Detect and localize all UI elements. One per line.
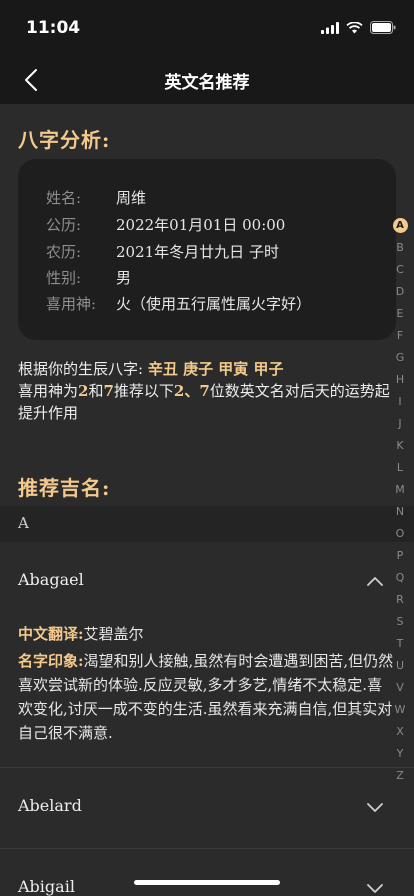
info-row-name: 姓名: 周维	[46, 187, 146, 208]
info-label: 姓名:	[46, 189, 82, 207]
summary-prefix: 根据你的生辰八字:	[18, 360, 144, 378]
group-letter: A	[18, 514, 29, 532]
signal-icon	[321, 21, 339, 34]
translation-value: 艾碧盖尔	[83, 625, 144, 643]
page-title: 英文名推荐	[164, 73, 250, 93]
info-value: 2022年01月01日 00:00	[116, 216, 286, 234]
index-letter-u[interactable]: U	[396, 655, 404, 677]
summary-text: 和	[88, 382, 104, 400]
index-letter-i[interactable]: I	[398, 391, 401, 413]
wifi-icon	[346, 21, 363, 33]
name-text: Abigail	[18, 877, 75, 896]
home-indicator	[134, 880, 280, 885]
index-letter-q[interactable]: Q	[396, 567, 405, 589]
index-letter-t[interactable]: T	[397, 633, 404, 655]
nav-bar: 英文名推荐	[0, 56, 414, 104]
index-letter-g[interactable]: G	[396, 347, 405, 369]
info-value: 男	[116, 269, 132, 287]
index-letter-x[interactable]: X	[396, 721, 404, 743]
index-letter-l[interactable]: L	[397, 457, 403, 479]
index-letter-d[interactable]: D	[396, 281, 404, 303]
bazi-section-title: 八字分析:	[18, 128, 111, 152]
chevron-down-icon[interactable]	[366, 798, 384, 816]
alphabet-index[interactable]: ABCDEFGHIJKLMNOPQRSTUVWXYZ	[389, 215, 411, 787]
recommend-section-title: 推荐吉名:	[18, 476, 111, 500]
name-detail: 中文翻译:艾碧盖尔 名字印象:渴望和别人接触,虽然有时会遭遇到困苦,但仍然喜欢尝…	[18, 622, 396, 745]
name-row-abagael[interactable]: Abagael	[0, 542, 414, 622]
index-letter-o[interactable]: O	[396, 523, 405, 545]
summary-text: 推荐以下	[113, 382, 174, 400]
index-letter-w[interactable]: W	[395, 699, 406, 721]
name-text: Abagael	[18, 570, 84, 589]
info-label: 农历:	[46, 243, 82, 261]
info-label: 公历:	[46, 216, 82, 234]
name-row-abigail[interactable]: Abigail	[0, 849, 414, 896]
bazi-card: 姓名: 周维 公历: 2022年01月01日 00:00 农历: 2021年冬月…	[18, 159, 396, 340]
summary-number: 2	[78, 382, 89, 400]
index-letter-k[interactable]: K	[396, 435, 403, 457]
index-letter-c[interactable]: C	[396, 259, 404, 281]
info-row-lunar: 农历: 2021年冬月廿九日 子时	[46, 241, 279, 262]
summary-text: 喜用神为	[18, 382, 79, 400]
info-label: 性别:	[46, 269, 82, 287]
translation-row: 中文翻译:艾碧盖尔	[18, 622, 396, 646]
status-time: 11:04	[26, 18, 81, 38]
info-value: 周维	[116, 189, 147, 207]
index-letter-j[interactable]: J	[398, 413, 401, 435]
info-value: 2021年冬月廿九日 子时	[116, 243, 279, 261]
status-icons	[321, 21, 396, 34]
index-letter-b[interactable]: B	[396, 237, 404, 259]
index-letter-v[interactable]: V	[396, 677, 404, 699]
summary-bazi-chars: 辛丑 庚子 甲寅 甲子	[147, 360, 284, 378]
index-letter-p[interactable]: P	[397, 545, 404, 567]
info-value: 火（使用五行属性属火字好）	[116, 295, 312, 313]
name-row-abelard[interactable]: Abelard	[0, 768, 414, 848]
chevron-up-icon[interactable]	[366, 572, 384, 590]
info-label: 喜用神:	[46, 295, 97, 313]
index-letter-s[interactable]: S	[397, 611, 404, 633]
index-letter-e[interactable]: E	[397, 303, 404, 325]
index-letter-h[interactable]: H	[396, 369, 404, 391]
info-row-solar: 公历: 2022年01月01日 00:00	[46, 214, 285, 235]
index-letter-r[interactable]: R	[396, 589, 404, 611]
translation-label: 中文翻译:	[18, 625, 84, 643]
bazi-summary: 根据你的生辰八字: 辛丑 庚子 甲寅 甲子 喜用神为2和7推荐以下2、7位数英文…	[18, 358, 398, 424]
chevron-down-icon[interactable]	[366, 879, 384, 896]
index-letter-m[interactable]: M	[395, 479, 405, 501]
index-letter-y[interactable]: Y	[397, 743, 404, 765]
info-row-gender: 性别: 男	[46, 267, 131, 288]
index-letter-f[interactable]: F	[397, 325, 403, 347]
index-letter-a[interactable]: A	[392, 218, 408, 233]
index-letter-n[interactable]: N	[396, 501, 404, 523]
summary-numbers: 2、7	[173, 382, 210, 400]
status-bar: 11:04	[0, 0, 414, 56]
impression-label: 名字印象:	[18, 652, 84, 670]
name-text: Abelard	[18, 796, 82, 815]
index-letter-z[interactable]: Z	[396, 765, 404, 787]
info-row-xiyongshen: 喜用神: 火（使用五行属性属火字好）	[46, 293, 311, 314]
group-header: A	[0, 506, 414, 542]
summary-number: 7	[103, 382, 114, 400]
battery-icon	[370, 21, 396, 34]
impression-row: 名字印象:渴望和别人接触,虽然有时会遭遇到困苦,但仍然喜欢尝试新的体验.反应灵敏…	[18, 649, 396, 745]
